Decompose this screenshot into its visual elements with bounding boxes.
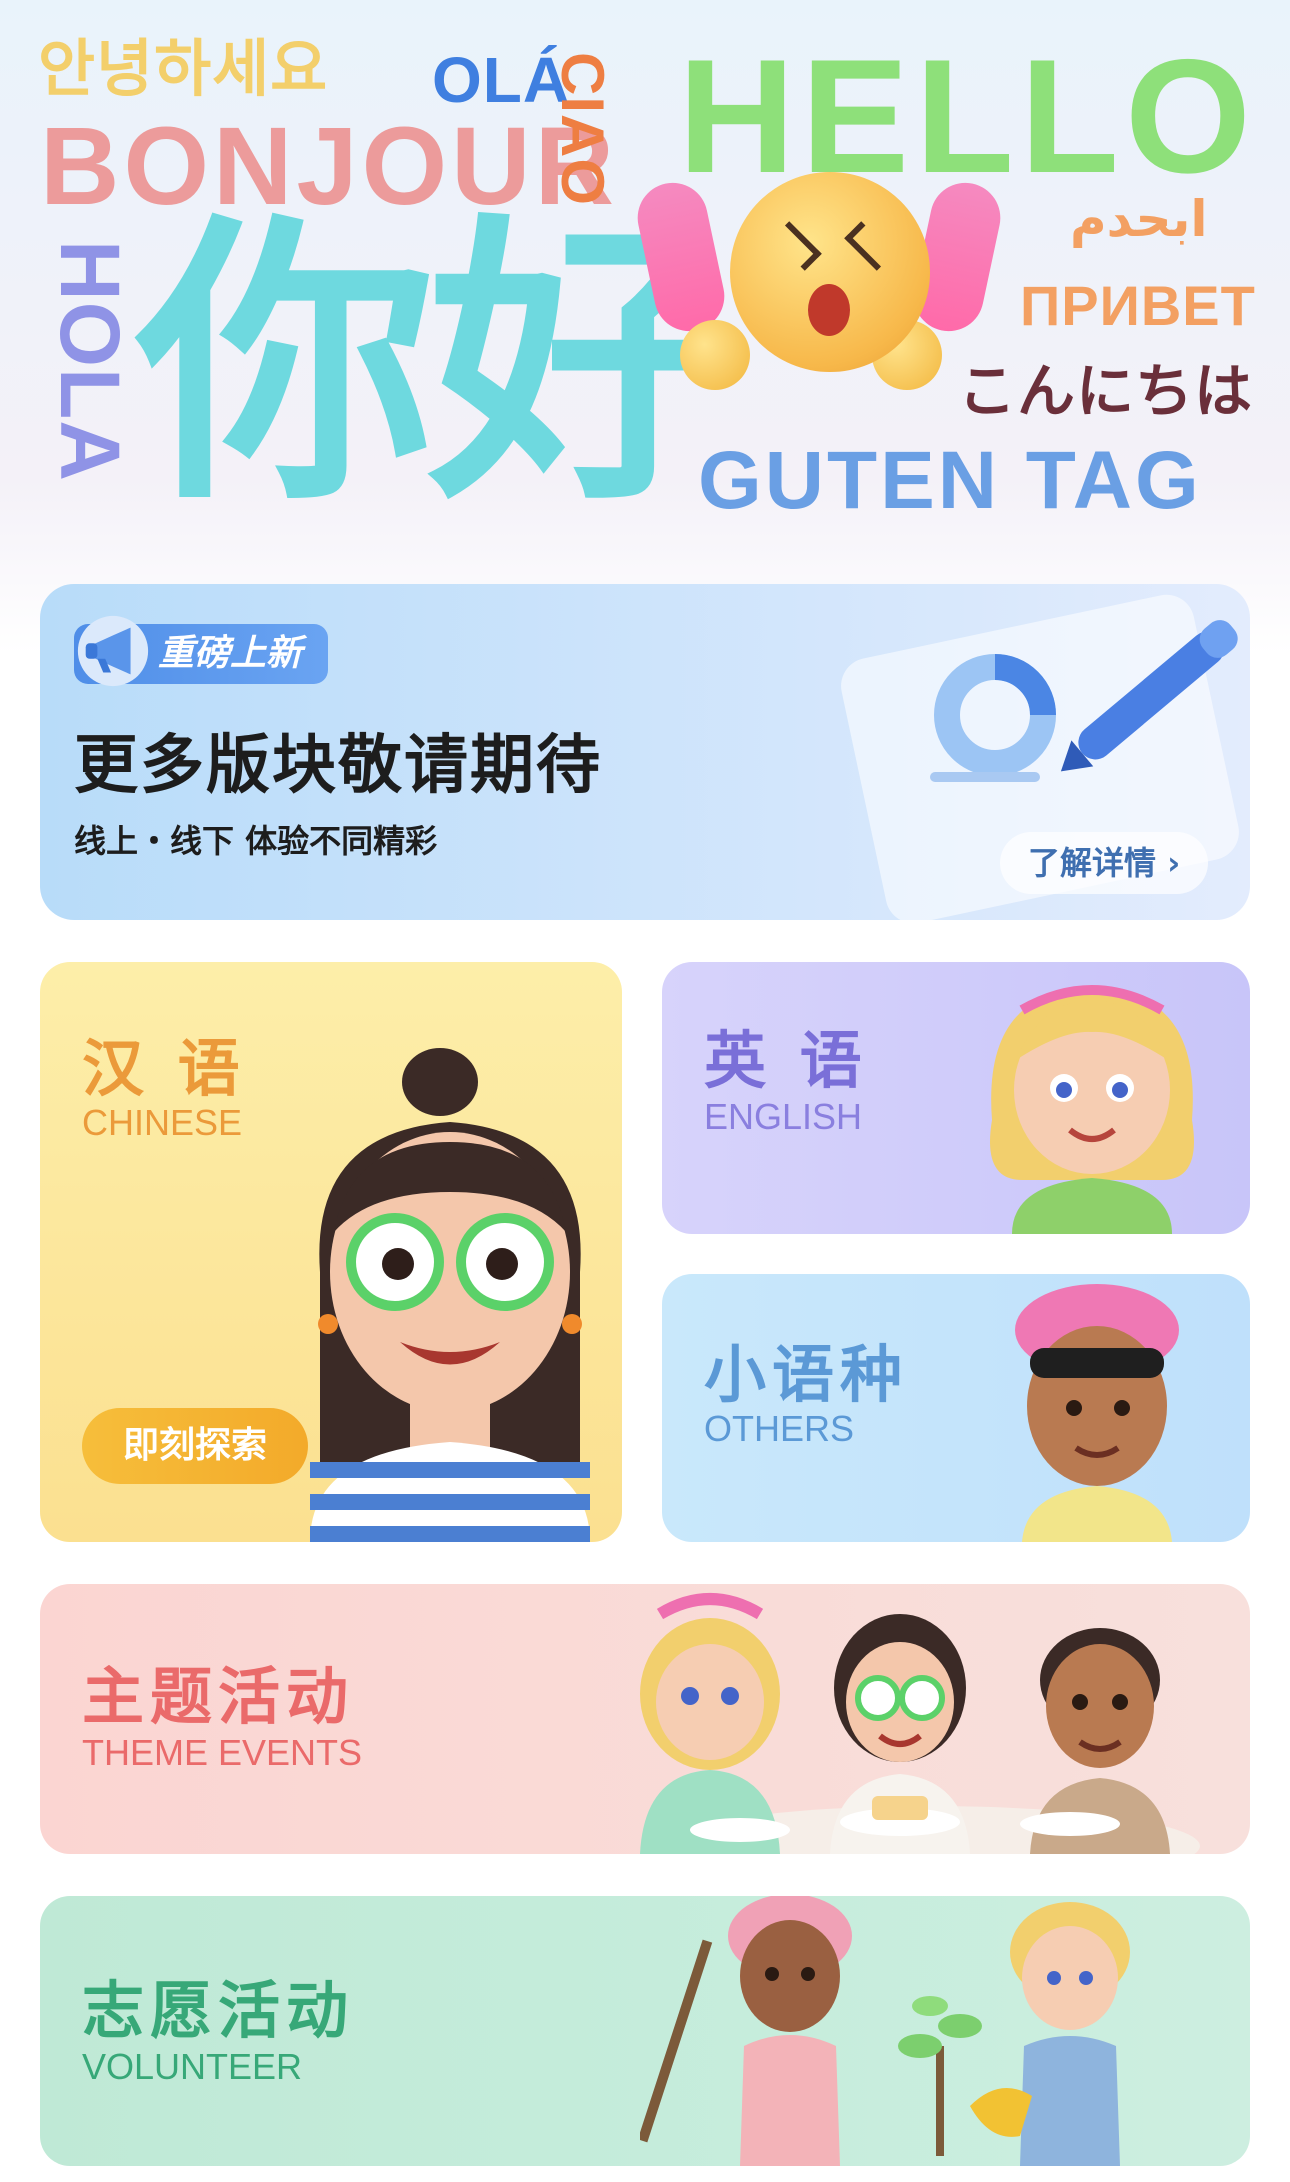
- pen-icon: [1060, 620, 1238, 772]
- greeting-german: GUTEN TAG: [698, 435, 1202, 526]
- card-others-subtitle: OTHERS: [704, 1408, 855, 1449]
- banner-title: 更多版块敬请期待: [74, 729, 602, 803]
- card-english[interactable]: 英 语 ENGLISH: [662, 962, 1250, 1234]
- greeting-chinese: 你好: [136, 191, 728, 540]
- card-chinese-subtitle: CHINESE: [82, 1102, 243, 1143]
- planting-tree-kids-illustration: [640, 1896, 1130, 2166]
- card-volunteer-title: 志愿活动: [82, 1974, 355, 2047]
- card-theme-subtitle: THEME EVENTS: [82, 1732, 363, 1773]
- boy-with-sunglasses-avatar: [1015, 1284, 1179, 1542]
- card-theme-title: 主题活动: [82, 1660, 355, 1733]
- greeting-japanese: こんにちは: [958, 357, 1254, 425]
- greeting-spanish: HOLA: [43, 240, 137, 482]
- banner-subtitle: 线上・线下 体验不同精彩: [74, 822, 438, 860]
- card-english-title: 英 语: [704, 1024, 868, 1097]
- explore-now-button[interactable]: 即刻探索: [82, 1408, 308, 1484]
- learn-more-button[interactable]: 了解详情 ›: [1000, 832, 1209, 894]
- greeting-italian: CIAO: [549, 52, 616, 206]
- tea-party-kids-illustration: [640, 1593, 1200, 1854]
- girl-with-glasses-avatar: [310, 1048, 590, 1542]
- promo-banner[interactable]: 重磅上新 更多版块敬请期待 线上・线下 体验不同精彩 了解详情 ›: [40, 584, 1250, 920]
- card-chinese[interactable]: 汉 语 CHINESE 即刻探索: [40, 962, 622, 1542]
- hero-multilingual-greeting: 안녕하세요 OLÁ BONJOUR CIAO HELLO HOLA 你好 ابح…: [0, 0, 1290, 560]
- card-theme-events[interactable]: 主题活动 THEME EVENTS: [40, 1584, 1250, 1854]
- greeting-korean: 안녕하세요: [38, 32, 329, 105]
- greeting-russian: ПРИВЕТ: [1020, 274, 1256, 337]
- card-english-subtitle: ENGLISH: [704, 1096, 863, 1137]
- card-volunteer-subtitle: VOLUNTEER: [82, 2046, 303, 2087]
- blonde-girl-avatar: [990, 985, 1194, 1234]
- card-others-title: 小语种: [704, 1338, 909, 1411]
- greeting-english: HELLO: [678, 26, 1257, 207]
- megaphone-icon: [77, 615, 149, 687]
- card-others[interactable]: 小语种 OTHERS: [662, 1274, 1250, 1542]
- greeting-arabic: ابحدم: [1070, 190, 1208, 248]
- card-volunteer[interactable]: 志愿活动 VOLUNTEER: [40, 1896, 1250, 2166]
- card-chinese-title: 汉 语: [82, 1032, 246, 1105]
